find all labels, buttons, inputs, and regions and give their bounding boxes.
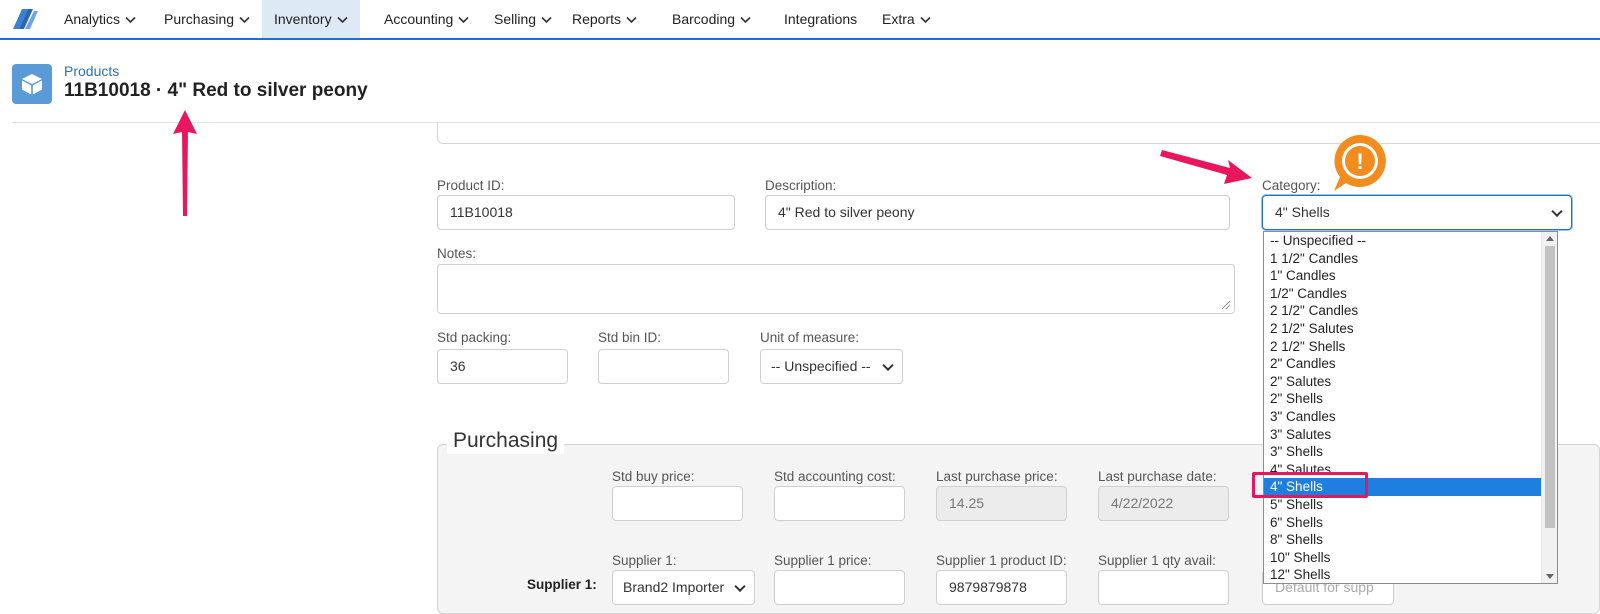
dropdown-option[interactable]: -- Unspecified -- — [1264, 232, 1557, 250]
nav-item-label: Selling — [494, 11, 537, 27]
dropdown-option[interactable]: 2" Candles — [1264, 355, 1557, 373]
dropdown-option[interactable]: 12" Shells — [1264, 566, 1557, 583]
product-id-input[interactable]: 11B10018 — [437, 195, 735, 230]
dropdown-option[interactable]: 2" Salutes — [1264, 373, 1557, 391]
dropdown-option[interactable]: 1/2" Candles — [1264, 285, 1557, 303]
nav-item-label: Reports — [572, 11, 622, 27]
std-bin-id-label: Std bin ID: — [598, 330, 662, 345]
description-input[interactable]: 4" Red to silver peony — [765, 195, 1230, 230]
nav-item-label: Analytics — [64, 11, 121, 27]
top-navigation: Analytics Purchasing Inventory Accounting Se… — [0, 0, 1600, 40]
unit-of-measure-select[interactable]: -- Unspecified -- — [760, 349, 903, 384]
dropdown-option[interactable]: 2 1/2" Shells — [1264, 338, 1557, 356]
supplier-1-price-label: Supplier 1 price: — [774, 553, 872, 568]
category-select[interactable]: 4" Shells — [1262, 195, 1572, 230]
dropdown-option[interactable]: 6" Shells — [1264, 514, 1557, 532]
nav-item-integrations[interactable]: Integrations — [772, 0, 869, 38]
arrow-up-annotation — [173, 110, 197, 216]
dropdown-option[interactable]: 3" Shells — [1264, 443, 1557, 461]
dropdown-option[interactable]: 2" Shells — [1264, 390, 1557, 408]
dropdown-option[interactable]: 3" Candles — [1264, 408, 1557, 426]
category-label: Category: — [1262, 178, 1321, 193]
last-purchase-price-field: 14.25 — [936, 486, 1067, 521]
nav-item-label: Barcoding — [672, 11, 736, 27]
chevron-down-icon — [541, 17, 552, 24]
chevron-down-icon — [125, 17, 136, 24]
description-label: Description: — [765, 178, 837, 193]
dropdown-scrollbar[interactable] — [1541, 232, 1557, 583]
chevron-down-icon — [337, 17, 348, 24]
std-buy-price-label: Std buy price: — [612, 469, 695, 484]
chevron-down-icon — [740, 17, 751, 24]
scrollbar-thumb[interactable] — [1545, 246, 1555, 528]
category-dropdown-list[interactable]: -- Unspecified -- 1 1/2" Candles 1" Candle… — [1263, 231, 1558, 584]
upper-panel-edge — [437, 122, 1600, 144]
app-logo-icon[interactable] — [12, 8, 38, 30]
product-id-label: Product ID: — [437, 178, 505, 193]
product-box-icon — [12, 64, 52, 104]
std-accounting-cost-input[interactable] — [774, 486, 905, 521]
nav-item-label: Purchasing — [164, 11, 235, 27]
std-accounting-cost-label: Std accounting cost: — [774, 469, 896, 484]
last-purchase-price-label: Last purchase price: — [936, 469, 1058, 484]
supplier-1-label: Supplier 1: — [612, 553, 677, 568]
last-purchase-date-label: Last purchase date: — [1098, 469, 1217, 484]
dropdown-option[interactable]: 2 1/2" Salutes — [1264, 320, 1557, 338]
arrow-right-annotation — [1160, 150, 1252, 184]
supplier-1-product-id-label: Supplier 1 product ID: — [936, 553, 1067, 568]
chevron-down-icon — [458, 17, 469, 24]
scroll-down-icon[interactable] — [1546, 574, 1554, 579]
nav-item-accounting[interactable]: Accounting — [372, 0, 481, 38]
dropdown-option[interactable]: 1" Candles — [1264, 267, 1557, 285]
nav-item-inventory[interactable]: Inventory — [262, 0, 360, 38]
dropdown-option[interactable]: 1 1/2" Candles — [1264, 250, 1557, 268]
nav-item-label: Extra — [882, 11, 915, 27]
dropdown-option[interactable]: 10" Shells — [1264, 549, 1557, 567]
nav-item-reports[interactable]: Reports — [560, 0, 649, 38]
purchasing-section-title: Purchasing — [447, 428, 565, 454]
warning-badge-glyph: ! — [1356, 149, 1363, 174]
chevron-down-icon — [920, 17, 931, 24]
nav-item-selling[interactable]: Selling — [482, 0, 564, 38]
breadcrumb-products[interactable]: Products — [64, 63, 119, 79]
std-buy-price-input[interactable] — [612, 486, 743, 521]
supplier-1-row-label: Supplier 1: — [527, 577, 597, 592]
scroll-up-icon[interactable] — [1546, 236, 1554, 241]
last-purchase-date-field: 4/22/2022 — [1098, 486, 1229, 521]
nav-item-label: Accounting — [384, 11, 454, 27]
dropdown-option[interactable]: 5" Shells — [1264, 496, 1557, 514]
nav-item-barcoding[interactable]: Barcoding — [660, 0, 763, 38]
notes-label: Notes: — [437, 246, 477, 261]
textarea-resize-handle[interactable] — [1222, 301, 1230, 309]
nav-item-purchasing[interactable]: Purchasing — [152, 0, 262, 38]
chevron-down-icon — [239, 17, 250, 24]
nav-item-label: Integrations — [784, 11, 858, 27]
supplier-1-qty-avail-label: Supplier 1 qty avail: — [1098, 553, 1216, 568]
std-packing-label: Std packing: — [437, 330, 512, 345]
dropdown-option[interactable]: 3" Salutes — [1264, 426, 1557, 444]
nav-item-label: Inventory — [274, 11, 332, 27]
notes-textarea[interactable] — [437, 264, 1235, 314]
dropdown-option[interactable]: 2 1/2" Candles — [1264, 302, 1557, 320]
unit-of-measure-label: Unit of measure: — [760, 330, 860, 345]
std-bin-id-input[interactable] — [598, 349, 729, 384]
chevron-down-icon — [626, 17, 637, 24]
selected-option-highlight — [1252, 472, 1368, 498]
nav-item-extra[interactable]: Extra — [870, 0, 943, 38]
page-title: 11B10018 · 4" Red to silver peony — [64, 80, 368, 101]
dropdown-option[interactable]: 8" Shells — [1264, 531, 1557, 549]
std-packing-input[interactable]: 36 — [437, 349, 568, 384]
nav-item-analytics[interactable]: Analytics — [52, 0, 148, 38]
